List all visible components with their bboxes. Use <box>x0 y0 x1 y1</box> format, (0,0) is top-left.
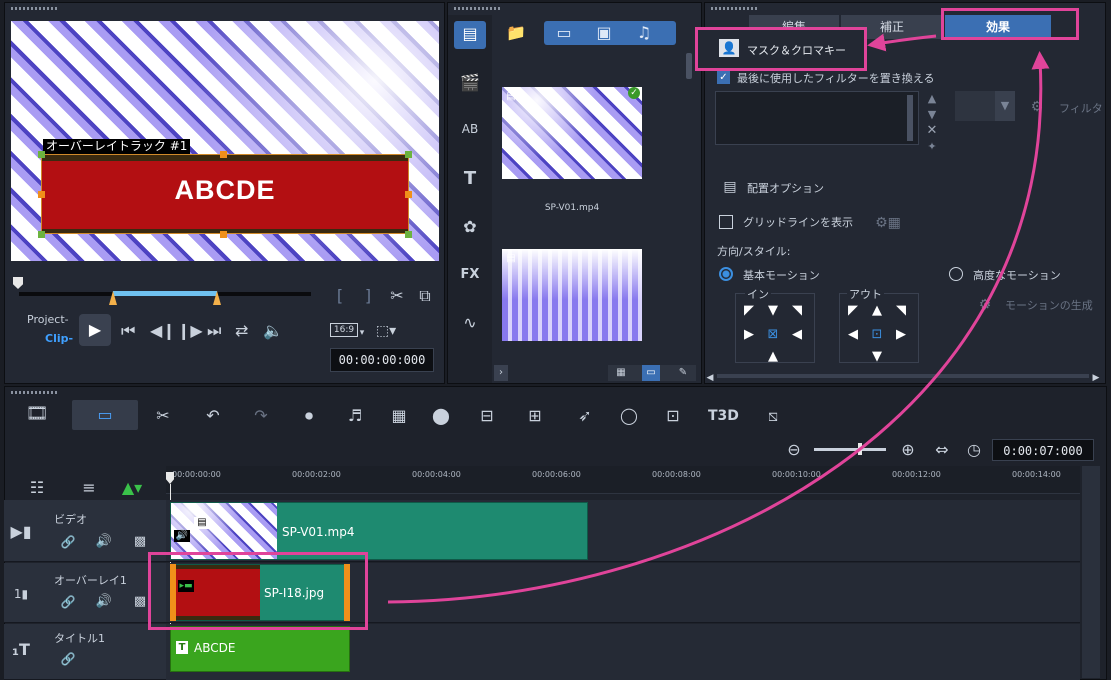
clip-to-effect-arrow <box>387 51 1050 604</box>
annotation-arrows <box>387 33 1050 604</box>
effect-to-mask-arrow <box>867 33 937 52</box>
